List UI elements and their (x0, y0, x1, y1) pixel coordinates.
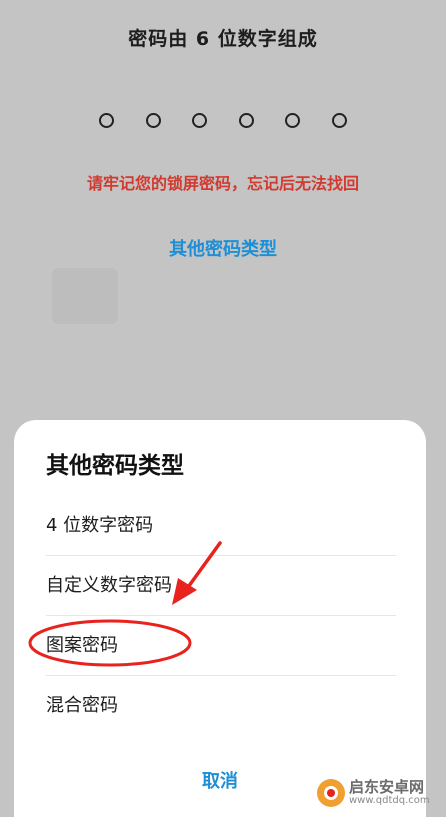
option-label: 混合密码 (46, 695, 118, 716)
sheet-title: 其他密码类型 (46, 453, 184, 479)
pin-dot (99, 113, 114, 128)
pin-dot (145, 113, 161, 128)
page-title: 密码由 6 位数字组成 (128, 28, 318, 50)
watermark-url: www.qdtdq.com (349, 794, 430, 806)
option-4-digit[interactable]: 4 位数字密码 (46, 496, 396, 556)
background-placeholder (52, 268, 118, 324)
warning-text: 请牢记您的锁屏密码，忘记后无法找回 (86, 174, 359, 193)
watermark-logo-icon (317, 779, 345, 807)
watermark: 启东安卓网 www.qdtdq.com (317, 773, 442, 813)
watermark-name: 启东安卓网 (349, 777, 425, 796)
highlight-ellipse (28, 619, 192, 667)
option-label: 4 位数字密码 (46, 515, 154, 536)
option-mixed[interactable]: 混合密码 (46, 676, 396, 736)
pin-dot (192, 113, 208, 128)
pin-dot (331, 113, 347, 128)
password-type-sheet: 其他密码类型 4 位数字密码 自定义数字密码 图案密码 混合密码 取消 (14, 420, 426, 817)
pin-indicator (99, 110, 347, 128)
other-password-types-link[interactable]: 其他密码类型 (0, 235, 446, 261)
option-label: 自定义数字密码 (46, 575, 172, 596)
pin-dot (285, 113, 301, 128)
pin-dot (238, 113, 254, 128)
option-custom-digit[interactable]: 自定义数字密码 (46, 556, 396, 616)
